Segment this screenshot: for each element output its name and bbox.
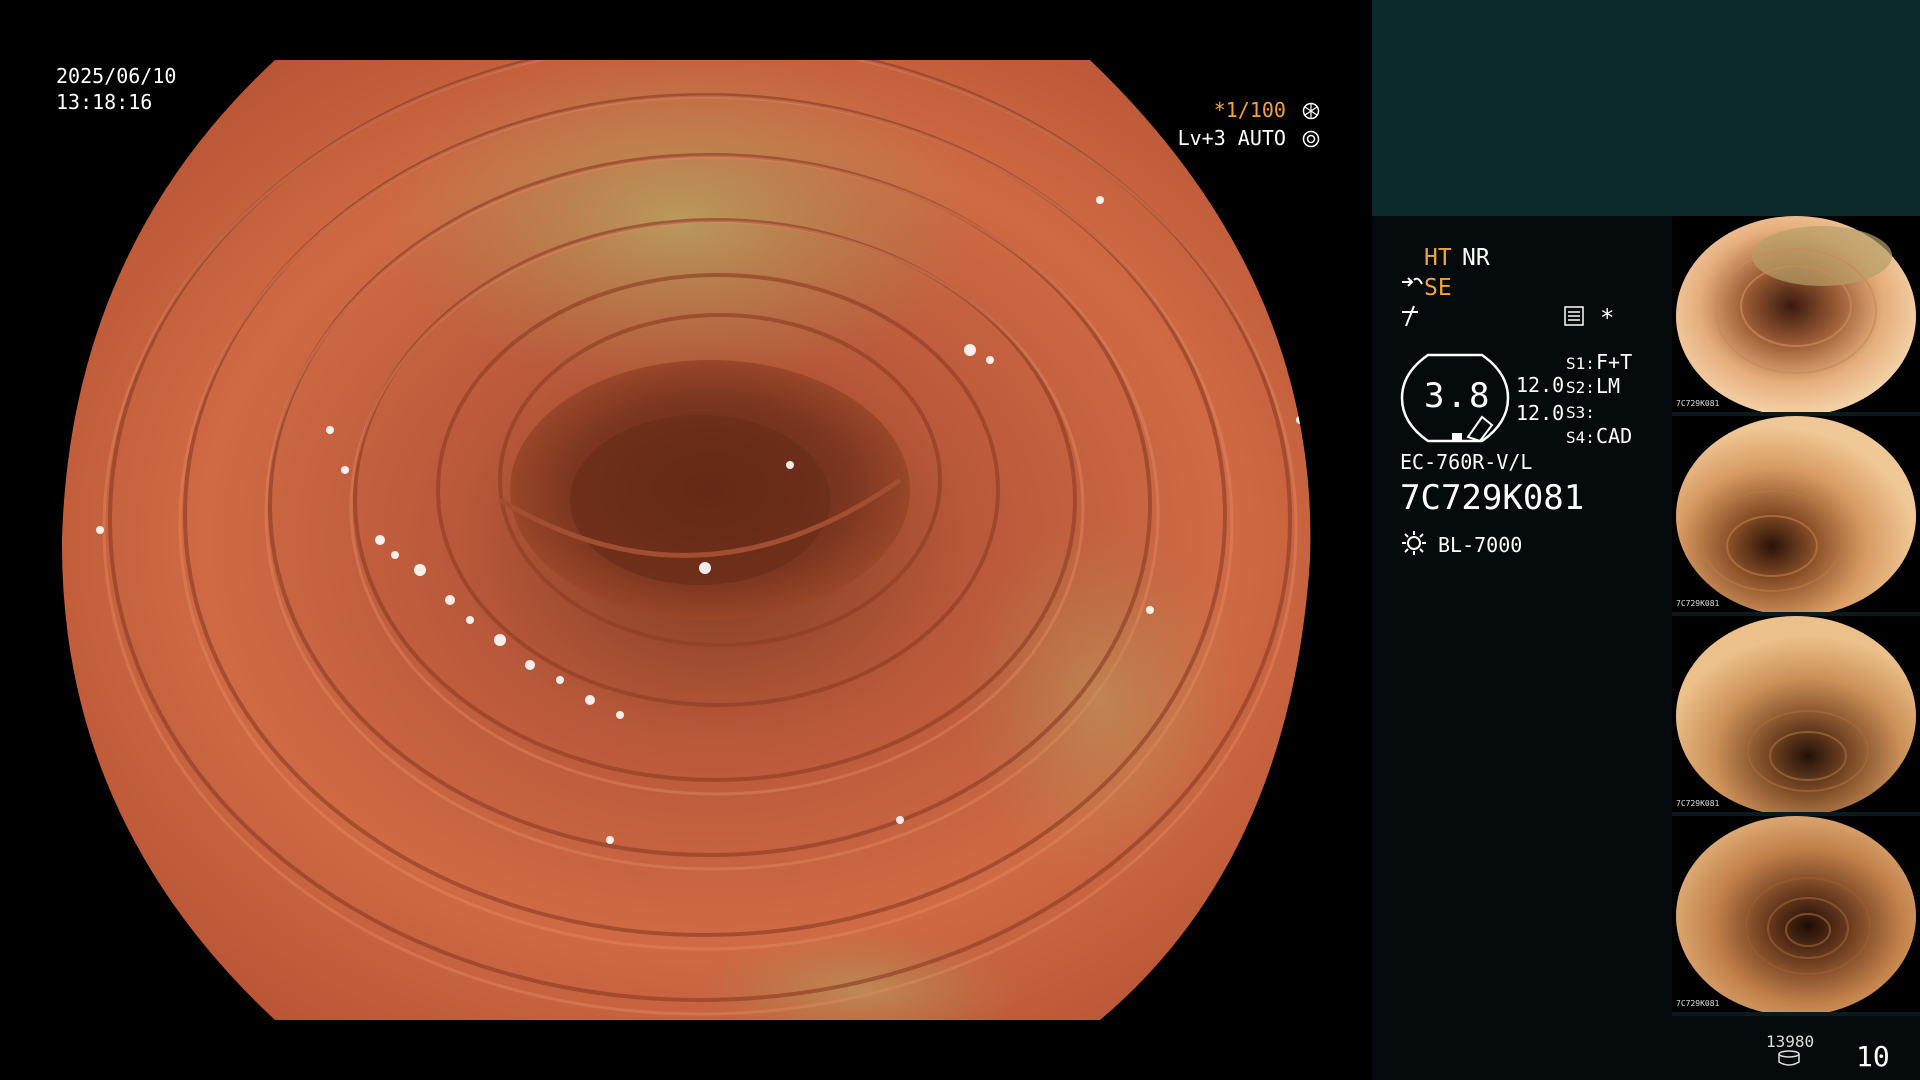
slot-1-label: S1: [1566, 354, 1595, 373]
slot-2-label: S2: [1566, 378, 1595, 397]
processor-status-panel: HT NR SE * 3.8 12.0 12.0 S1: F+T S2: LM … [1372, 0, 1920, 1080]
thumbnail-image [1676, 616, 1916, 812]
slot-1-value: F+T [1596, 350, 1633, 374]
zoom-value: 3.8 [1424, 376, 1492, 416]
date-time-display: 2025/06/10 13:18:16 [56, 63, 176, 115]
thumbnail-tag: 7C729K081 [1676, 399, 1720, 408]
slot-4-label: S4: [1566, 428, 1595, 447]
auto-iris-icon [1302, 130, 1320, 148]
thumbnail-1[interactable]: 7C729K081 [1672, 216, 1920, 416]
captured-image-count: 10 [1856, 1040, 1890, 1073]
panel-header-area [1372, 0, 1920, 216]
freeze-icon [1402, 305, 1418, 327]
slot-3-label: S3: [1566, 403, 1595, 422]
thumbnail-2[interactable]: 7C729K081 [1672, 416, 1920, 616]
thumbnail-tag: 7C729K081 [1676, 999, 1720, 1008]
thumbnail-tag: 7C729K081 [1676, 599, 1720, 608]
light-source-label: BL-7000 [1438, 533, 1523, 557]
settings-list-icon [1564, 306, 1584, 326]
slot-4-value: CAD [1596, 424, 1633, 448]
captured-thumbnails: 7C729K081 7C729K081 7C729K081 7C729K081 [1672, 216, 1920, 1016]
thumbnail-image [1676, 816, 1916, 1012]
shutter-speed-label: *1/100 [1213, 98, 1286, 122]
gain-value-top: 12.0 [1516, 373, 1565, 397]
se-mode-label: SE [1424, 275, 1452, 301]
thumbnail-image [1676, 216, 1916, 412]
thumbnail-image [1676, 416, 1916, 612]
slot-2-value: LM [1596, 374, 1621, 398]
scope-model-label: EC-760R-V/L [1400, 450, 1533, 474]
brightness-level-label: Lv+3 AUTO [1177, 126, 1286, 150]
ht-mode-label: HT [1424, 245, 1452, 271]
asterisk-marker: * [1600, 304, 1615, 332]
storage-disk-icon [1778, 1050, 1800, 1066]
nr-mode-label: NR [1462, 245, 1490, 271]
thumbnail-3[interactable]: 7C729K081 [1672, 616, 1920, 816]
storage-remaining-count: 13980 [1766, 1032, 1815, 1051]
time-label: 13:18:16 [56, 90, 153, 114]
date-label: 2025/06/10 [56, 64, 177, 88]
brightness-level-indicator: Lv+3 AUTO [1178, 126, 1320, 150]
endoscope-live-view: 2025/06/10 13:18:16 *1/100 Lv+3 AUTO [0, 0, 1372, 1080]
scope-serial-label: 7C729K081 [1400, 478, 1585, 518]
processor-settings: HT NR SE * 3.8 12.0 12.0 S1: F+T S2: LM … [1372, 216, 1672, 1080]
light-source-icon [1402, 531, 1426, 555]
aperture-icon [1302, 102, 1320, 120]
structure-enhance-icon [1402, 277, 1423, 287]
thumbnail-4[interactable]: 7C729K081 [1672, 816, 1920, 1016]
thumbnail-tag: 7C729K081 [1676, 799, 1720, 808]
gain-value-bottom: 12.0 [1516, 401, 1565, 425]
colon-lumen-image [61, 60, 1311, 1020]
shutter-speed-indicator: *1/100 [1214, 98, 1320, 122]
